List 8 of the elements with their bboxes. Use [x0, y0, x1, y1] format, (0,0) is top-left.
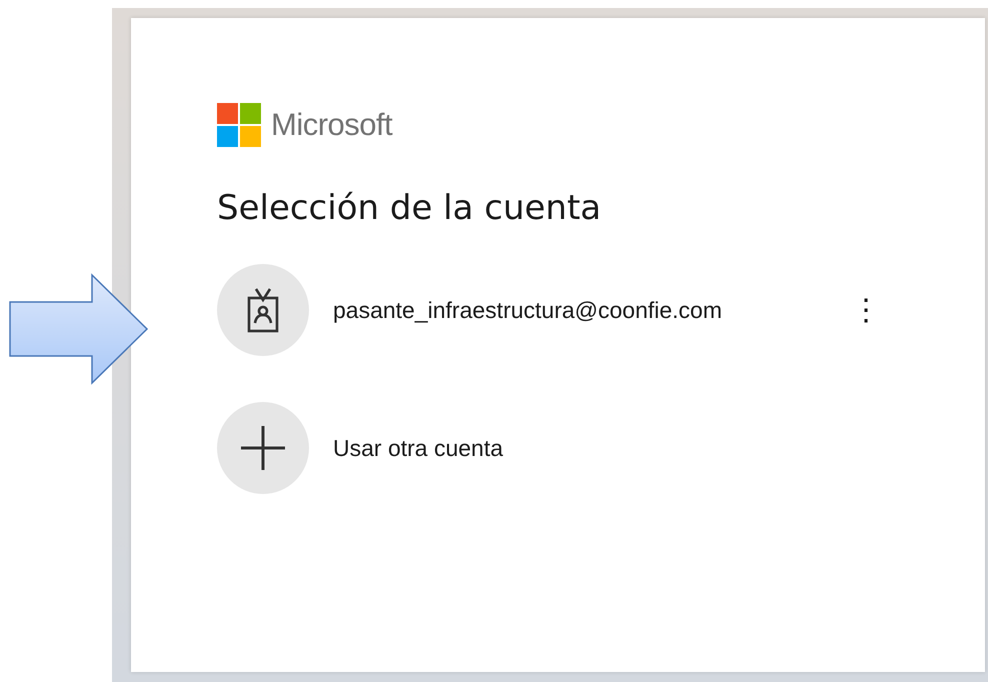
page-title: Selección de la cuenta — [217, 188, 602, 228]
account-email[interactable]: pasante_infraestructura@coonfie.com — [333, 296, 722, 324]
plus-icon — [239, 424, 287, 472]
brand-name: Microsoft — [271, 107, 392, 143]
logo-icon — [217, 103, 261, 147]
id-badge-icon — [247, 287, 279, 333]
add-account-link[interactable]: Usar otra cuenta — [333, 434, 504, 462]
more-options-button[interactable]: ⋮ — [845, 292, 887, 328]
